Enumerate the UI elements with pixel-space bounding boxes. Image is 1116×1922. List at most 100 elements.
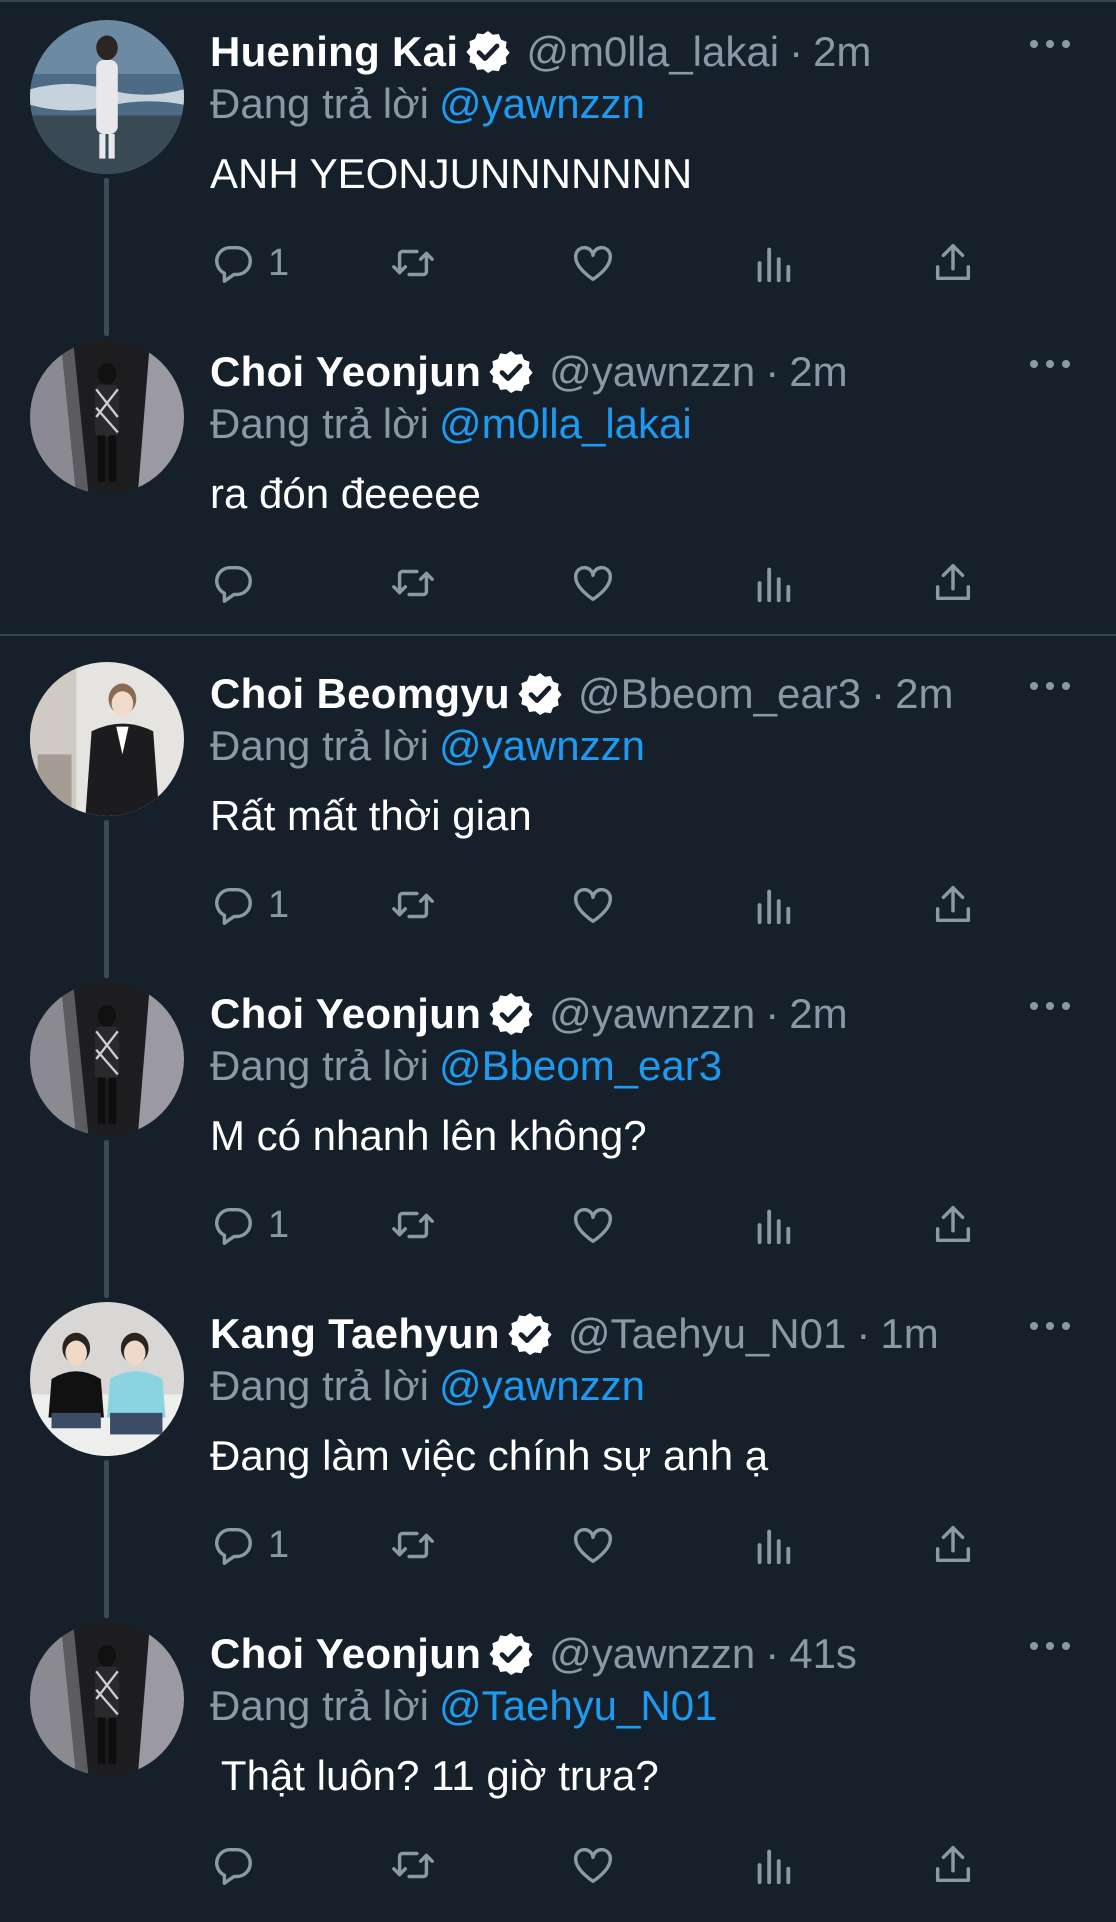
tweet[interactable]: Kang Taehyun @Taehyu_N01 · 1m Đang trả l… — [0, 1282, 1116, 1602]
reply-icon — [215, 565, 252, 603]
views-button[interactable] — [750, 1198, 796, 1252]
avatar[interactable] — [30, 662, 184, 816]
analytics-icon — [757, 567, 791, 603]
replying-to: Đang trả lời @Bbeom_ear3 — [210, 1042, 722, 1090]
share-icon — [935, 1206, 971, 1243]
like-button[interactable] — [570, 1838, 616, 1892]
analytics-icon — [757, 1849, 791, 1885]
share-button[interactable] — [930, 1518, 976, 1572]
profile-photo-dark-icon — [30, 1622, 184, 1776]
share-button[interactable] — [930, 1198, 976, 1252]
mention-link[interactable]: @yawnzzn — [439, 80, 645, 127]
tweet-text: Đang làm việc chính sự anh ạ — [210, 1432, 769, 1479]
like-button[interactable] — [570, 236, 616, 290]
mention-link[interactable]: @yawnzzn — [439, 1362, 645, 1409]
reply-count: 1 — [268, 883, 290, 926]
user-handle[interactable]: @Bbeom_ear3 — [578, 670, 861, 718]
retweet-icon — [392, 569, 434, 597]
tweet-header: Choi Beomgyu @Bbeom_ear3 · 2m — [210, 668, 1036, 720]
reply-button[interactable] — [210, 1838, 268, 1892]
mention-link[interactable]: @yawnzzn — [439, 722, 645, 769]
views-button[interactable] — [750, 1518, 796, 1572]
share-button[interactable] — [930, 1838, 976, 1892]
mention-link[interactable]: @Bbeom_ear3 — [439, 1042, 722, 1089]
more-options-icon[interactable] — [1028, 676, 1072, 696]
retweet-button[interactable] — [390, 1518, 436, 1572]
timestamp[interactable]: 2m — [789, 990, 847, 1038]
tweet-header: Kang Taehyun @Taehyu_N01 · 1m — [210, 1308, 1036, 1360]
more-options-icon[interactable] — [1028, 1636, 1072, 1656]
avatar[interactable] — [30, 20, 184, 174]
retweet-button[interactable] — [390, 1838, 436, 1892]
like-button[interactable] — [570, 878, 616, 932]
timestamp[interactable]: 2m — [813, 28, 871, 76]
tweet[interactable]: Choi Yeonjun @yawnzzn · 41s Đang trả lời… — [0, 1602, 1116, 1922]
more-options-icon[interactable] — [1028, 996, 1072, 1016]
verified-badge-icon — [518, 673, 562, 715]
user-handle[interactable]: @yawnzzn — [549, 990, 755, 1038]
tweet-text: M có nhanh lên không? — [210, 1112, 647, 1159]
mention-link[interactable]: @m0lla_lakai — [439, 400, 692, 447]
tweet-text: Rất mất thời gian — [210, 792, 532, 839]
like-button[interactable] — [570, 1518, 616, 1572]
user-handle[interactable]: @yawnzzn — [549, 1630, 755, 1678]
replying-to-label: Đang trả lời — [210, 1682, 429, 1729]
reply-button[interactable]: 1 — [210, 1198, 289, 1252]
views-button[interactable] — [750, 556, 796, 610]
user-handle[interactable]: @m0lla_lakai — [526, 28, 779, 76]
avatar[interactable] — [30, 1302, 184, 1456]
retweet-button[interactable] — [390, 556, 436, 610]
replying-to-label: Đang trả lời — [210, 1362, 429, 1409]
reply-button[interactable]: 1 — [210, 1518, 289, 1572]
reply-button[interactable] — [210, 556, 268, 610]
profile-photo-sea-icon — [30, 20, 184, 174]
timestamp[interactable]: 2m — [895, 670, 953, 718]
tweet[interactable]: Choi Beomgyu @Bbeom_ear3 · 2m Đang trả l… — [0, 642, 1116, 962]
tweet[interactable]: Choi Yeonjun @yawnzzn · 2m Đang trả lời @… — [0, 320, 1116, 640]
like-button[interactable] — [570, 556, 616, 610]
verified-badge-icon — [489, 993, 533, 1035]
separator-dot: · — [765, 1630, 780, 1677]
timestamp[interactable]: 41s — [789, 1630, 857, 1678]
heart-icon — [574, 887, 612, 924]
share-button[interactable] — [930, 236, 976, 290]
reply-icon — [215, 1527, 252, 1565]
tweet[interactable]: Huening Kai @m0lla_lakai · 2m Đang trả l… — [0, 0, 1116, 320]
views-button[interactable] — [750, 878, 796, 932]
replying-to: Đang trả lời @yawnzzn — [210, 1362, 645, 1410]
reply-button[interactable]: 1 — [210, 878, 289, 932]
views-button[interactable] — [750, 236, 796, 290]
retweet-button[interactable] — [390, 236, 436, 290]
analytics-icon — [757, 247, 791, 283]
display-name[interactable]: Choi Yeonjun — [210, 348, 481, 396]
user-handle[interactable]: @Taehyu_N01 — [568, 1310, 846, 1358]
share-button[interactable] — [930, 878, 976, 932]
display-name[interactable]: Choi Yeonjun — [210, 990, 481, 1038]
views-button[interactable] — [750, 1838, 796, 1892]
share-button[interactable] — [930, 556, 976, 610]
tweet-actions — [210, 556, 990, 610]
user-handle[interactable]: @yawnzzn — [549, 348, 755, 396]
retweet-button[interactable] — [390, 878, 436, 932]
avatar[interactable] — [30, 982, 184, 1136]
display-name[interactable]: Kang Taehyun — [210, 1310, 500, 1358]
display-name[interactable]: Choi Beomgyu — [210, 670, 510, 718]
like-button[interactable] — [570, 1198, 616, 1252]
more-options-icon[interactable] — [1028, 354, 1072, 374]
separator-dot: · — [789, 28, 804, 75]
retweet-button[interactable] — [390, 1198, 436, 1252]
display-name[interactable]: Choi Yeonjun — [210, 1630, 481, 1678]
timestamp[interactable]: 2m — [789, 348, 847, 396]
avatar[interactable] — [30, 1622, 184, 1776]
separator-dot: · — [871, 670, 886, 717]
more-options-icon[interactable] — [1028, 1316, 1072, 1336]
replying-to: Đang trả lời @Taehyu_N01 — [210, 1682, 717, 1730]
more-options-icon[interactable] — [1028, 34, 1072, 54]
tweet-header: Huening Kai @m0lla_lakai · 2m — [210, 26, 1036, 78]
avatar[interactable] — [30, 340, 184, 494]
reply-button[interactable]: 1 — [210, 236, 289, 290]
display-name[interactable]: Huening Kai — [210, 28, 458, 76]
tweet[interactable]: Choi Yeonjun @yawnzzn · 2m Đang trả lời @… — [0, 962, 1116, 1282]
mention-link[interactable]: @Taehyu_N01 — [439, 1682, 717, 1729]
timestamp[interactable]: 1m — [880, 1310, 938, 1358]
